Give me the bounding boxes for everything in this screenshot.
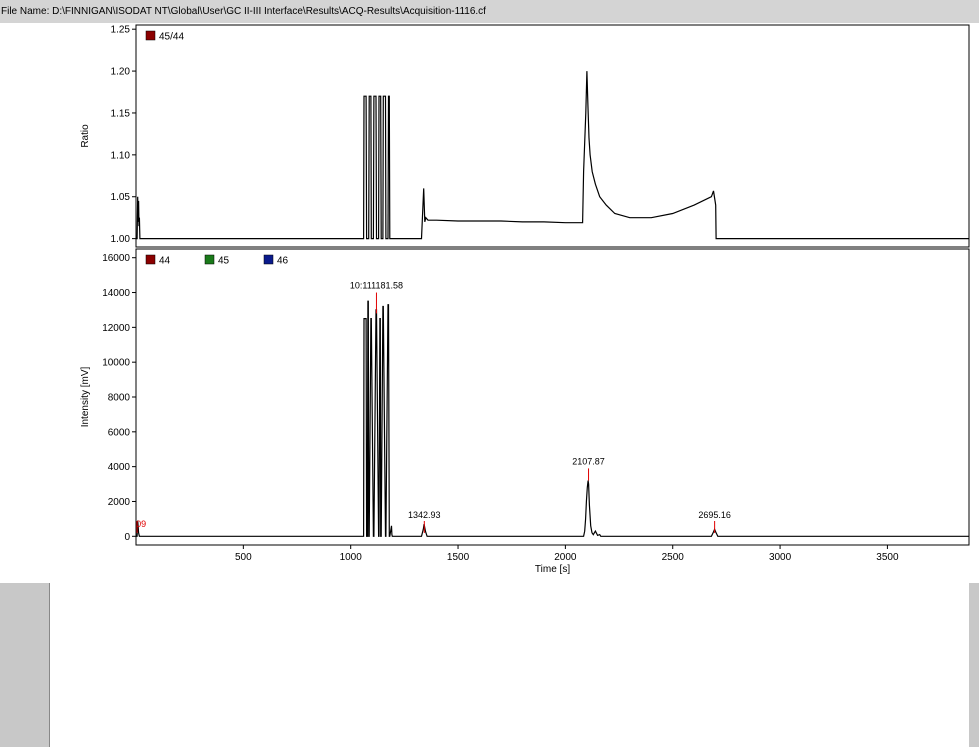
peak-label: 2107.87 bbox=[572, 456, 605, 466]
ratio-legend-swatch[interactable] bbox=[145, 30, 156, 41]
intensity-ylabel: Intensity [mV] bbox=[80, 366, 91, 427]
intensity-legend-swatch[interactable] bbox=[145, 254, 156, 265]
plot-area: 1.00 1.05 1.10 1.15 1.20 1.25 Ratio 45/44 0 2000… bbox=[0, 23, 979, 583]
intensity-legend-label: 45 bbox=[218, 256, 230, 267]
ratio-legend-label: 45/44 bbox=[159, 32, 184, 43]
intensity-ytick-label: 10000 bbox=[102, 358, 130, 369]
intensity-series-44 bbox=[136, 300, 969, 537]
peak-label: 09 bbox=[136, 519, 146, 529]
ratio-ytick-label: 1.10 bbox=[111, 150, 131, 161]
intensity-ytick-label: 6000 bbox=[108, 427, 131, 438]
intensity-legend-label: 46 bbox=[277, 256, 289, 267]
intensity-ytick-label: 0 bbox=[124, 532, 130, 543]
peak-label: 10:111181.58 bbox=[350, 281, 403, 291]
file-name-bar: File Name: D:\FINNIGAN\ISODAT NT\Global\… bbox=[0, 0, 979, 23]
peak-label: 1342.93 bbox=[408, 510, 441, 520]
intensity-xtick-label: 2000 bbox=[554, 552, 577, 563]
intensity-legend-swatch[interactable] bbox=[204, 254, 215, 265]
intensity-xtick-label: 2500 bbox=[662, 552, 685, 563]
intensity-xtick-label: 3500 bbox=[876, 552, 899, 563]
intensity-legend-swatch[interactable] bbox=[263, 254, 274, 265]
ratio-ytick-label: 1.20 bbox=[111, 67, 131, 78]
ratio-ytick-label: 1.15 bbox=[111, 108, 131, 119]
intensity-xlabel: Time [s] bbox=[535, 564, 570, 575]
intensity-ytick-label: 14000 bbox=[102, 288, 130, 299]
intensity-legend-label: 44 bbox=[159, 256, 171, 267]
file-name-label: File Name: D:\FINNIGAN\ISODAT NT\Global\… bbox=[1, 6, 486, 17]
ratio-ylabel: Ratio bbox=[80, 124, 91, 148]
empty-results-area bbox=[50, 583, 969, 747]
intensity-xtick-label: 500 bbox=[235, 552, 252, 563]
ratio-ytick-label: 1.05 bbox=[111, 192, 131, 203]
ratio-series-45-44 bbox=[136, 71, 969, 240]
intensity-xtick-label: 3000 bbox=[769, 552, 792, 563]
ratio-panel: 1.00 1.05 1.10 1.15 1.20 1.25 Ratio 45/44 bbox=[80, 24, 970, 248]
intensity-ytick-label: 12000 bbox=[102, 323, 130, 334]
intensity-ytick-label: 2000 bbox=[108, 497, 131, 508]
intensity-ytick-label: 8000 bbox=[108, 393, 131, 404]
chromatogram-plots: 1.00 1.05 1.10 1.15 1.20 1.25 Ratio 45/44 0 2000… bbox=[80, 24, 970, 575]
right-gray-panel bbox=[969, 583, 979, 747]
intensity-ytick-label: 4000 bbox=[108, 462, 131, 473]
peak-label: 2695.16 bbox=[698, 510, 731, 520]
intensity-panel: 0 2000 4000 6000 8000 10000 12000 14000 16000 Int… bbox=[80, 248, 970, 575]
intensity-xtick-label: 1000 bbox=[340, 552, 363, 563]
ratio-ytick-label: 1.25 bbox=[111, 25, 131, 36]
ratio-ytick-label: 1.00 bbox=[111, 234, 131, 245]
intensity-ytick-label: 16000 bbox=[102, 253, 130, 264]
intensity-frame bbox=[135, 248, 970, 546]
left-gray-panel bbox=[0, 583, 50, 747]
intensity-xtick-label: 1500 bbox=[447, 552, 470, 563]
ratio-frame bbox=[135, 24, 970, 248]
